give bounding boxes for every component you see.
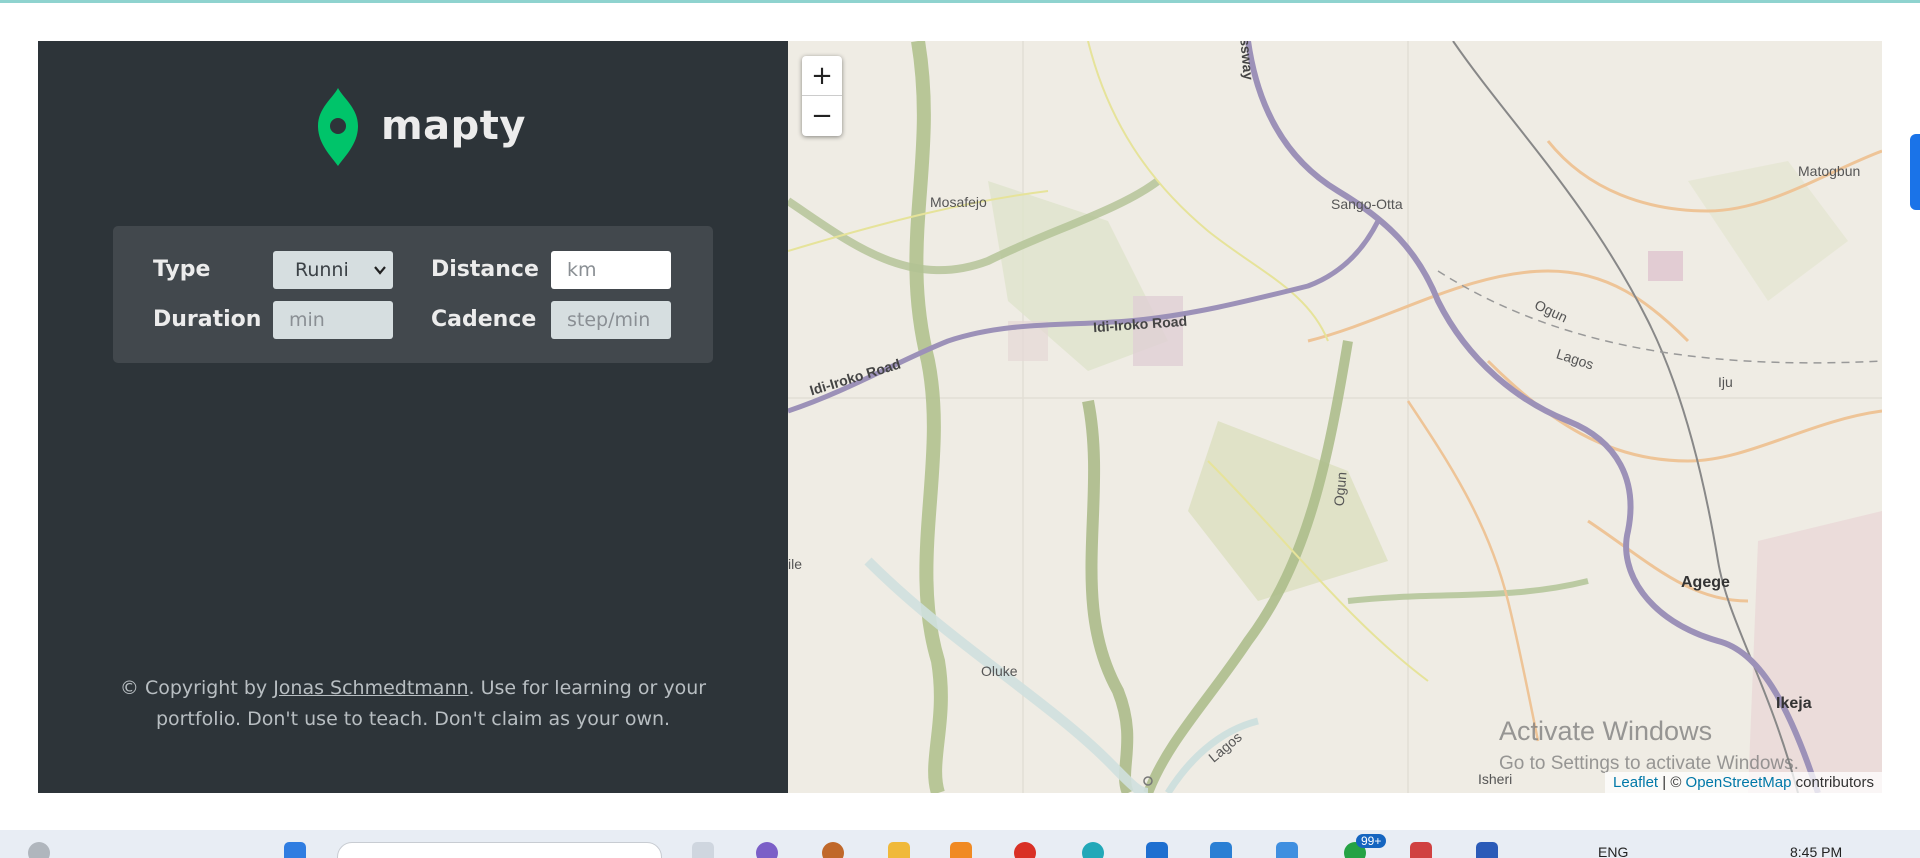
workout-form: Type Runni Distance km Duration min Cade… — [113, 226, 713, 363]
type-select-value: Runni — [295, 259, 349, 281]
copyright-line2: portfolio. Don't use to teach. Don't cla… — [155, 708, 671, 730]
notification-badge: 99+ — [1356, 834, 1387, 848]
taskbar: 99+ ENG 8:45 PM — [0, 830, 1920, 858]
form-row-1: Type Runni Distance km — [113, 251, 713, 291]
chevron-down-icon — [374, 266, 386, 275]
clock-time[interactable]: 8:45 PM — [1790, 844, 1842, 858]
task-view-icon[interactable] — [692, 842, 714, 858]
map-label-sango-otta: Sango-Otta — [1331, 196, 1403, 212]
duration-label: Duration — [153, 307, 262, 332]
watermark-title: Activate Windows — [1499, 716, 1713, 746]
type-select[interactable]: Runni — [273, 251, 393, 289]
app-icon-3[interactable] — [950, 842, 972, 858]
copyright-suffix: . Use for learning or your — [468, 677, 707, 699]
map-label-expressway: ssway — [1237, 41, 1257, 81]
logo: mapty — [313, 86, 526, 166]
map-label-left-edge: ile — [788, 556, 803, 572]
attribution-separator: | © — [1658, 774, 1686, 791]
zoom-control: + − — [802, 56, 842, 136]
map-label-iju: Iju — [1718, 374, 1733, 390]
app-icon-6[interactable] — [1410, 842, 1432, 858]
side-panel-tab[interactable] — [1910, 134, 1920, 210]
map-tiles — [788, 41, 1882, 793]
chrome-icon[interactable] — [1014, 842, 1036, 858]
map-label-oluke: Oluke — [981, 663, 1018, 679]
distance-placeholder: km — [567, 259, 597, 281]
duration-placeholder: min — [289, 309, 325, 331]
map-label-agege: Agege — [1681, 574, 1730, 591]
zoom-out-button[interactable]: − — [802, 96, 842, 136]
language-indicator[interactable]: ENG — [1598, 844, 1628, 858]
map-label-mosafejo: Mosafejo — [930, 194, 987, 210]
activate-windows-watermark: Activate Windows Go to Settings to activ… — [1499, 716, 1799, 775]
app-icon-2[interactable] — [822, 842, 844, 858]
map[interactable]: Mosafejo Sango-Otta Matogbun Idi-Iroko R… — [788, 41, 1882, 793]
word-icon[interactable] — [1476, 842, 1498, 858]
openstreetmap-link[interactable]: OpenStreetMap — [1686, 774, 1792, 791]
leaflet-link[interactable]: Leaflet — [1613, 774, 1658, 791]
taskbar-search-box[interactable] — [337, 842, 662, 858]
app-icon-4[interactable] — [1082, 842, 1104, 858]
distance-input[interactable]: km — [551, 251, 671, 289]
duration-input[interactable]: min — [273, 301, 393, 339]
map-label-matogbun: Matogbun — [1798, 163, 1861, 179]
vscode-icon[interactable] — [1210, 842, 1232, 858]
app-icon-5[interactable] — [1146, 842, 1168, 858]
attribution-suffix: contributors — [1791, 774, 1874, 791]
weather-icon[interactable] — [28, 842, 50, 858]
start-button-icon[interactable] — [284, 842, 306, 858]
mapty-app: mapty Type Runni Distance km Duration mi… — [38, 41, 1882, 793]
logo-text: mapty — [381, 103, 526, 149]
cadence-label: Cadence — [431, 307, 537, 332]
app-icon-1[interactable] — [756, 842, 778, 858]
copyright-prefix: © Copyright by — [119, 677, 274, 699]
author-link[interactable]: Jonas Schmedtmann — [273, 677, 468, 699]
distance-label: Distance — [431, 257, 539, 282]
form-row-2: Duration min Cadence step/min — [113, 301, 713, 341]
calendar-icon[interactable] — [1276, 842, 1298, 858]
map-label-ogun-river: Ogun — [1330, 471, 1350, 507]
top-strip — [0, 0, 1920, 3]
sidebar: mapty Type Runni Distance km Duration mi… — [38, 41, 788, 793]
zoom-in-button[interactable]: + — [802, 56, 842, 96]
map-attribution: Leaflet | © OpenStreetMap contributors — [1605, 772, 1882, 793]
copyright-text: © Copyright by Jonas Schmedtmann. Use fo… — [38, 673, 788, 735]
file-explorer-icon[interactable] — [888, 842, 910, 858]
type-label: Type — [153, 257, 211, 282]
map-label-ikeja: Ikeja — [1776, 695, 1812, 712]
map-pin-logo-icon — [318, 88, 358, 166]
cadence-input[interactable]: step/min — [551, 301, 671, 339]
cadence-placeholder: step/min — [567, 309, 651, 331]
